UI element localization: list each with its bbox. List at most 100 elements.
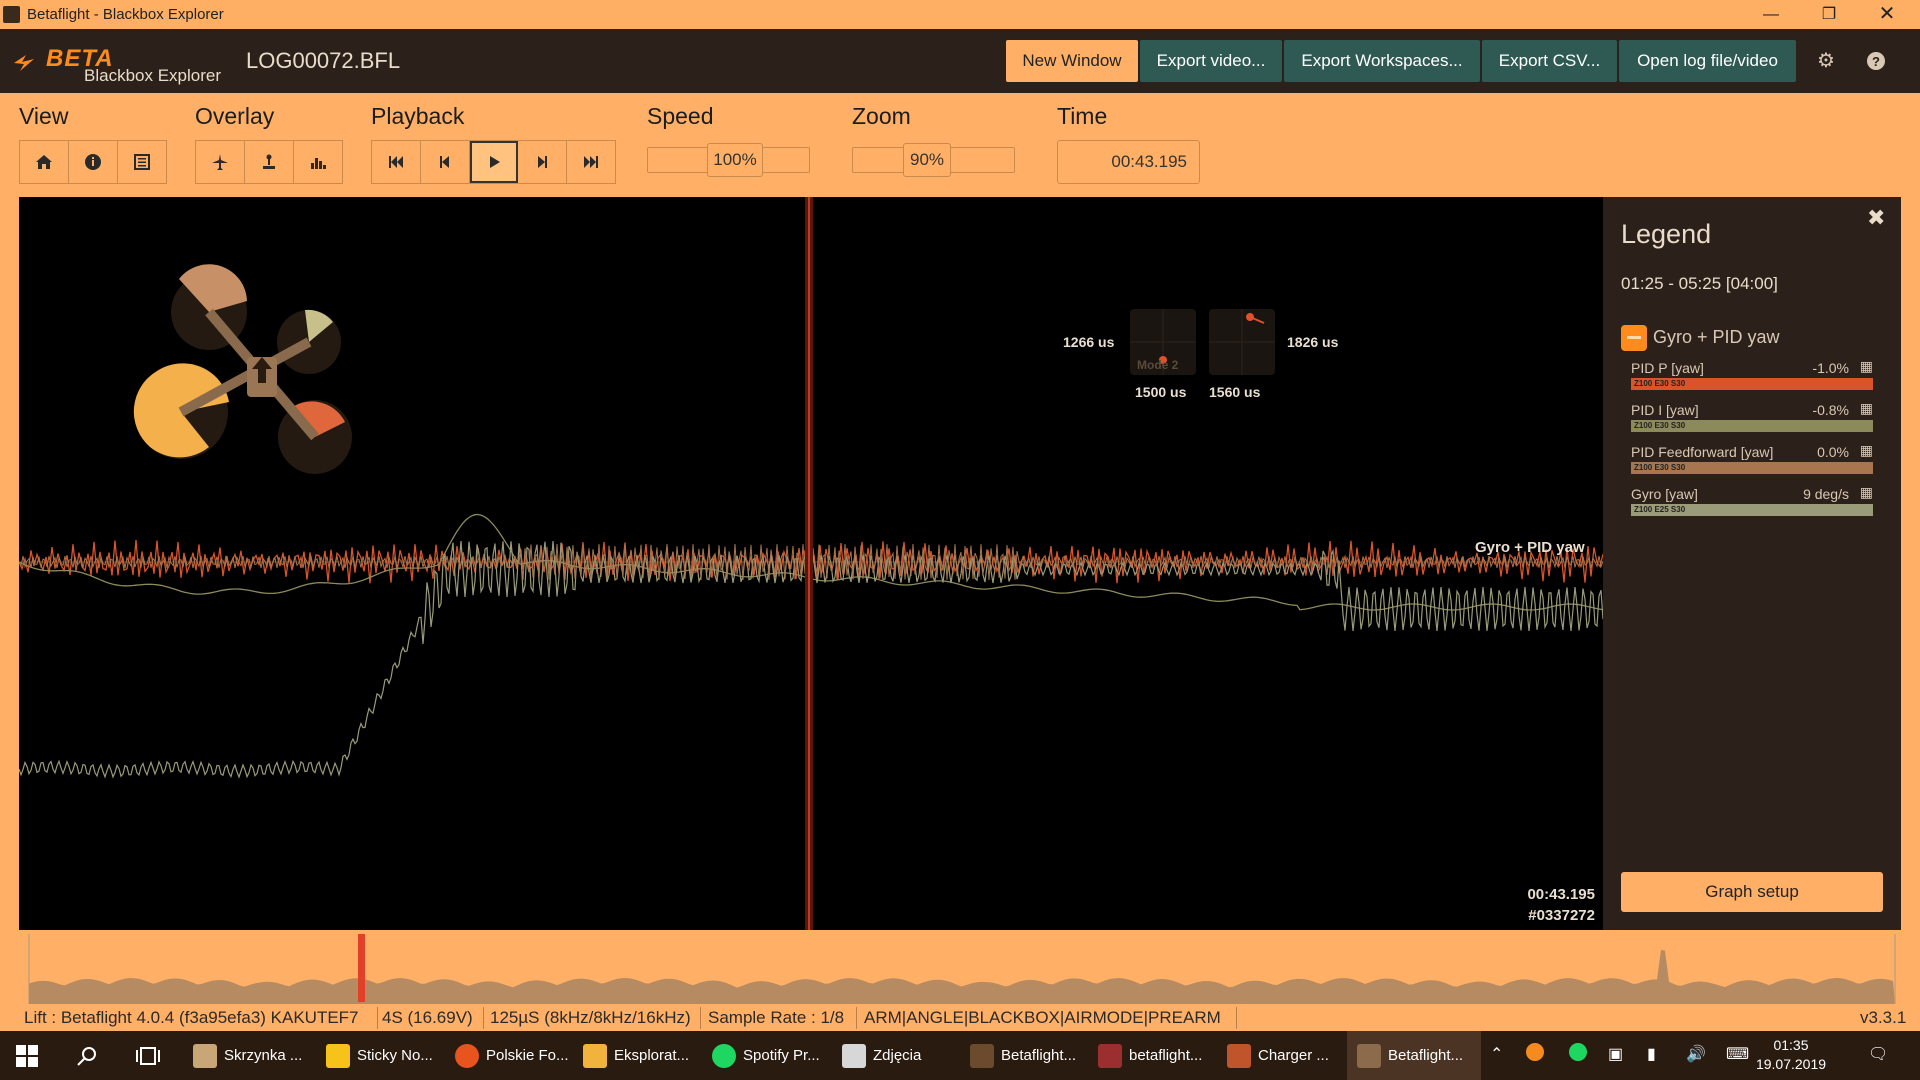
start-icon[interactable]: [16, 1031, 38, 1080]
export-video-button[interactable]: Export video...: [1140, 40, 1282, 82]
analyser-icon[interactable]: ▦: [1860, 400, 1873, 417]
legend-item-name: Gyro [yaw]: [1631, 486, 1698, 502]
export-workspaces-button[interactable]: Export Workspaces...: [1284, 40, 1480, 82]
clock-date: 19.07.2019: [1755, 1056, 1827, 1072]
notifications-icon[interactable]: 🗨: [1868, 1044, 1888, 1064]
mail-icon: [193, 1043, 217, 1068]
sticks-icon[interactable]: [245, 141, 294, 183]
archive-icon: [1098, 1043, 1122, 1068]
home-icon[interactable]: [20, 141, 69, 183]
zoom-value[interactable]: 90%: [903, 143, 951, 177]
taskbar-app-photos[interactable]: Zdjęcia: [842, 1031, 921, 1080]
log-overview[interactable]: [19, 934, 1901, 1004]
svg-text:?: ?: [1872, 54, 1880, 69]
folder-icon: [583, 1043, 607, 1068]
chevron-up-icon[interactable]: ⌃: [1490, 1044, 1503, 1064]
close-icon[interactable]: ✕: [1858, 0, 1916, 29]
time-input[interactable]: 00:43.195: [1057, 140, 1200, 184]
analyser-icon[interactable]: ▦: [1860, 484, 1873, 501]
battery-icon[interactable]: ▮: [1647, 1044, 1656, 1064]
legend-item[interactable]: Gyro [yaw] 9 deg/s ▦ Z100 E25 S30: [1631, 484, 1873, 526]
status-sample-rate: Sample Rate : 1/8: [708, 1008, 845, 1027]
craft-icon[interactable]: [196, 141, 245, 183]
skip-to-end-icon[interactable]: [567, 141, 615, 183]
taskbar-app-mail[interactable]: Skrzynka ...: [193, 1031, 302, 1080]
graph-canvas[interactable]: 1266 us 1500 us 1560 us 1826 us Mode 2 G…: [19, 197, 1603, 930]
legend-group-name: Gyro + PID yaw: [1653, 326, 1780, 347]
stick-right-y-label: 1560 us: [1209, 384, 1261, 400]
firefox-icon: [455, 1043, 479, 1068]
restore-icon[interactable]: ❐: [1800, 0, 1858, 29]
legend-group[interactable]: Gyro + PID yaw: [1621, 325, 1780, 351]
legend-item-value: -0.8%: [1812, 402, 1849, 418]
speed-value[interactable]: 100%: [707, 143, 763, 177]
network-icon[interactable]: ▣: [1608, 1044, 1623, 1064]
clock[interactable]: 01:35 19.07.2019: [1753, 1036, 1829, 1074]
spotify-tray-icon[interactable]: [1569, 1043, 1587, 1066]
sticky-notes-icon: [326, 1043, 350, 1068]
legend-item-value: 0.0%: [1817, 444, 1849, 460]
list-icon[interactable]: [118, 141, 166, 183]
betaflight-logo-icon: [14, 55, 34, 71]
status-battery: 4S (16.69V): [382, 1008, 473, 1027]
graph-setup-button[interactable]: Graph setup: [1621, 872, 1883, 912]
status-bar: Lift : Betaflight 4.0.4 (f3a95efa3) KAKU…: [0, 1004, 1920, 1031]
legend-item-bar: Z100 E25 S30: [1631, 504, 1873, 516]
taskbar-app-label: Zdjęcia: [873, 1047, 922, 1064]
overview-cursor[interactable]: [358, 934, 365, 1002]
taskbar-app-betaflight-active[interactable]: Betaflight...: [1347, 1031, 1481, 1080]
taskbar-app-betaflight-archive[interactable]: betaflight...: [1098, 1031, 1202, 1080]
legend-item[interactable]: PID P [yaw] -1.0% ▦ Z100 E30 S30: [1631, 358, 1873, 400]
app-logo: BETA Blackbox Explorer: [12, 45, 232, 85]
taskbar-app-explorer[interactable]: Eksplorat...: [583, 1031, 689, 1080]
step-back-icon[interactable]: [421, 141, 470, 183]
legend-panel: Legend ✖ 01:25 - 05:25 [04:00] Gyro + PI…: [1603, 197, 1901, 1053]
clock-time: 01:35: [1773, 1037, 1809, 1053]
search-icon[interactable]: [76, 1031, 98, 1080]
photos-icon: [842, 1043, 866, 1068]
info-icon[interactable]: [69, 141, 118, 183]
log-file-name: LOG00072.BFL: [246, 48, 401, 73]
export-csv-button[interactable]: Export CSV...: [1482, 40, 1617, 82]
legend-item-bar: Z100 E30 S30: [1631, 420, 1873, 432]
new-window-button[interactable]: New Window: [1006, 40, 1138, 82]
windows-taskbar: Skrzynka ... Sticky No... Polskie Fo... …: [0, 1031, 1920, 1080]
app-version: v3.3.1: [1860, 1008, 1907, 1027]
gear-icon[interactable]: ⚙: [1812, 47, 1840, 75]
logo-subtitle: Blackbox Explorer: [84, 66, 222, 85]
step-forward-icon[interactable]: [518, 141, 567, 183]
help-icon[interactable]: ?: [1862, 47, 1890, 75]
taskbar-app-betaflight-1[interactable]: Betaflight...: [970, 1031, 1076, 1080]
analyser-icon[interactable]: [294, 141, 342, 183]
legend-item[interactable]: PID Feedforward [yaw] 0.0% ▦ Z100 E30 S30: [1631, 442, 1873, 484]
overlay-section-label: Overlay: [195, 103, 275, 129]
taskbar-app-sticky-notes[interactable]: Sticky No...: [326, 1031, 433, 1080]
legend-item-name: PID I [yaw]: [1631, 402, 1699, 418]
status-flags: ARM|ANGLE|BLACKBOX|AIRMODE|PREARM: [864, 1008, 1221, 1027]
taskbar-app-spotify[interactable]: Spotify Pr...: [712, 1031, 820, 1080]
taskbar-app-label: betaflight...: [1129, 1047, 1203, 1064]
zoom-section-label: Zoom: [852, 103, 911, 129]
close-icon[interactable]: ✖: [1867, 205, 1885, 231]
volume-icon[interactable]: 🔊: [1686, 1044, 1706, 1064]
window-title: Betaflight - Blackbox Explorer: [27, 6, 224, 23]
stick-left-y-label: 1500 us: [1135, 384, 1187, 400]
legend-item-bar: Z100 E30 S30: [1631, 378, 1873, 390]
legend-item[interactable]: PID I [yaw] -0.8% ▦ Z100 E30 S30: [1631, 400, 1873, 442]
legend-item-value: -1.0%: [1812, 360, 1849, 376]
group-toggle-icon[interactable]: [1621, 325, 1647, 351]
minimize-icon[interactable]: —: [1742, 0, 1800, 29]
avast-icon[interactable]: [1526, 1043, 1544, 1066]
analyser-icon[interactable]: ▦: [1860, 442, 1873, 459]
keyboard-icon[interactable]: ⌨: [1726, 1044, 1749, 1064]
open-log-button[interactable]: Open log file/video: [1619, 40, 1796, 82]
taskbar-app-firefox[interactable]: Polskie Fo...: [455, 1031, 569, 1080]
skip-to-start-icon[interactable]: [372, 141, 421, 183]
play-icon[interactable]: [470, 141, 518, 183]
status-firmware: Lift : Betaflight 4.0.4 (f3a95efa3) KAKU…: [24, 1008, 359, 1027]
taskbar-app-charger[interactable]: Charger ...: [1227, 1031, 1329, 1080]
speed-section-label: Speed: [647, 103, 714, 129]
analyser-icon[interactable]: ▦: [1860, 358, 1873, 375]
task-view-icon[interactable]: [136, 1031, 160, 1080]
legend-item-scale: Z100 E30 S30: [1634, 463, 1686, 472]
